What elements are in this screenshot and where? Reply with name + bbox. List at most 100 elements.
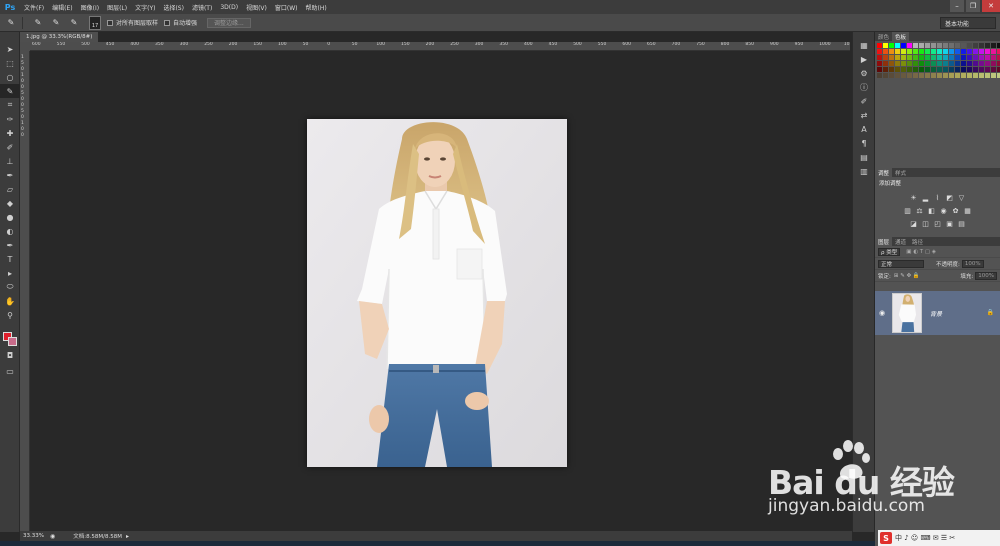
tab-paths[interactable]: 路径 — [909, 237, 926, 246]
swatch[interactable] — [919, 43, 924, 48]
swatch[interactable] — [979, 43, 984, 48]
hand-tool-icon[interactable]: ✋ — [0, 294, 20, 308]
swatch[interactable] — [889, 55, 894, 60]
actions-icon[interactable]: ▶ — [853, 52, 875, 66]
swatch[interactable] — [961, 61, 966, 66]
ime-status-icons[interactable]: 中 ♪ ☺ ⌨ ✉ ☰ ✂ — [895, 533, 955, 543]
swatch[interactable] — [961, 55, 966, 60]
swatch[interactable] — [937, 73, 942, 78]
clone-stamp-tool-icon[interactable]: ⊥ — [0, 154, 20, 168]
menu-window[interactable]: 窗口(W) — [271, 3, 302, 12]
swatch[interactable] — [907, 67, 912, 72]
swatch[interactable] — [967, 61, 972, 66]
document-tab[interactable]: 1.jpg @ 33.3%(RGB/8#) — [20, 32, 98, 42]
swatch[interactable] — [925, 73, 930, 78]
character-icon[interactable]: A — [853, 122, 875, 136]
swatch[interactable] — [925, 43, 930, 48]
navigator-icon[interactable]: ⚙ — [853, 66, 875, 80]
path-selection-tool-icon[interactable]: ▸ — [0, 266, 20, 280]
brightness-contrast-icon[interactable]: ☀ — [909, 193, 918, 202]
swatch[interactable] — [967, 73, 972, 78]
close-icon[interactable]: ✕ — [982, 0, 1000, 12]
quick-selection-tool-icon[interactable]: ✎ — [0, 84, 20, 98]
status-arrow-icon[interactable]: ▸ — [126, 533, 129, 540]
swatch[interactable] — [985, 61, 990, 66]
swatch[interactable] — [967, 43, 972, 48]
swatch[interactable] — [913, 49, 918, 54]
filter-icons[interactable]: ▣ ◐ T ▢ ◈ — [906, 249, 936, 255]
swatch[interactable] — [985, 67, 990, 72]
swatch[interactable] — [883, 49, 888, 54]
swatch[interactable] — [931, 61, 936, 66]
swatch[interactable] — [931, 55, 936, 60]
menu-layer[interactable]: 图层(L) — [103, 3, 131, 12]
history-brush-tool-icon[interactable]: ✒ — [0, 168, 20, 182]
status-info-icon[interactable]: ◉ — [50, 533, 55, 540]
swatch[interactable] — [985, 43, 990, 48]
threshold-icon[interactable]: ◰ — [933, 219, 942, 228]
type-tool-icon[interactable]: T — [0, 252, 20, 266]
swatch[interactable] — [913, 61, 918, 66]
swatch[interactable] — [925, 55, 930, 60]
info-icon[interactable]: ⓘ — [853, 80, 875, 94]
tab-styles[interactable]: 样式 — [892, 168, 909, 177]
swatch[interactable] — [901, 55, 906, 60]
dodge-tool-icon[interactable]: ◐ — [0, 224, 20, 238]
swatch[interactable] — [985, 73, 990, 78]
swatch[interactable] — [931, 73, 936, 78]
menu-image[interactable]: 图像(I) — [77, 3, 103, 12]
swatch[interactable] — [949, 55, 954, 60]
zoom-readout[interactable]: 33.33% — [20, 533, 50, 539]
menu-type[interactable]: 文字(Y) — [131, 3, 159, 12]
swatch[interactable] — [973, 43, 978, 48]
swatch[interactable] — [883, 67, 888, 72]
swatch[interactable] — [979, 49, 984, 54]
swatch[interactable] — [961, 43, 966, 48]
gradient-map-icon[interactable]: ▤ — [957, 219, 966, 228]
swatch[interactable] — [991, 67, 996, 72]
swatch[interactable] — [913, 73, 918, 78]
swatch[interactable] — [973, 49, 978, 54]
posterize-icon[interactable]: ◫ — [921, 219, 930, 228]
ime-logo-icon[interactable]: S — [880, 532, 892, 544]
channel-mixer-icon[interactable]: ✿ — [951, 206, 960, 215]
levels-icon[interactable]: ▂ — [921, 193, 930, 202]
swatch[interactable] — [961, 67, 966, 72]
swatch[interactable] — [895, 55, 900, 60]
swatch[interactable] — [937, 49, 942, 54]
healing-brush-tool-icon[interactable]: ✚ — [0, 126, 20, 140]
minimize-icon[interactable]: – — [950, 0, 964, 12]
swatch[interactable] — [931, 49, 936, 54]
swatch[interactable] — [907, 73, 912, 78]
swatch[interactable] — [991, 61, 996, 66]
visibility-eye-icon[interactable]: ◉ — [875, 309, 889, 317]
opacity-value[interactable]: 100% — [961, 259, 984, 268]
swatch[interactable] — [901, 73, 906, 78]
swatch[interactable] — [961, 73, 966, 78]
swatch[interactable] — [937, 55, 942, 60]
swatch[interactable] — [895, 67, 900, 72]
layer-comps-icon[interactable]: ▤ — [853, 150, 875, 164]
swatch[interactable] — [925, 49, 930, 54]
tab-layers[interactable]: 图层 — [875, 237, 893, 246]
swatch[interactable] — [949, 67, 954, 72]
quick-selection-tool-icon[interactable]: ✎ — [4, 16, 18, 30]
pen-tool-icon[interactable]: ✒ — [0, 238, 20, 252]
swatch[interactable] — [913, 43, 918, 48]
layer-name[interactable]: 背景 — [930, 309, 942, 318]
swatch[interactable] — [895, 43, 900, 48]
swatch[interactable] — [889, 73, 894, 78]
layer-background[interactable]: ◉ 背景 🔒 — [875, 291, 1000, 335]
lasso-tool-icon[interactable]: ○ — [0, 70, 20, 84]
fill-value[interactable]: 100% — [975, 271, 997, 280]
swatch[interactable] — [955, 73, 960, 78]
swatch[interactable] — [991, 73, 996, 78]
swatch[interactable] — [943, 67, 948, 72]
swatch[interactable] — [907, 55, 912, 60]
swatch[interactable] — [883, 73, 888, 78]
quick-mask-icon[interactable]: ◘ — [0, 348, 20, 362]
color-lookup-icon[interactable]: ▦ — [963, 206, 972, 215]
swatch[interactable] — [889, 49, 894, 54]
swatch[interactable] — [985, 49, 990, 54]
photo-filter-icon[interactable]: ◉ — [939, 206, 948, 215]
